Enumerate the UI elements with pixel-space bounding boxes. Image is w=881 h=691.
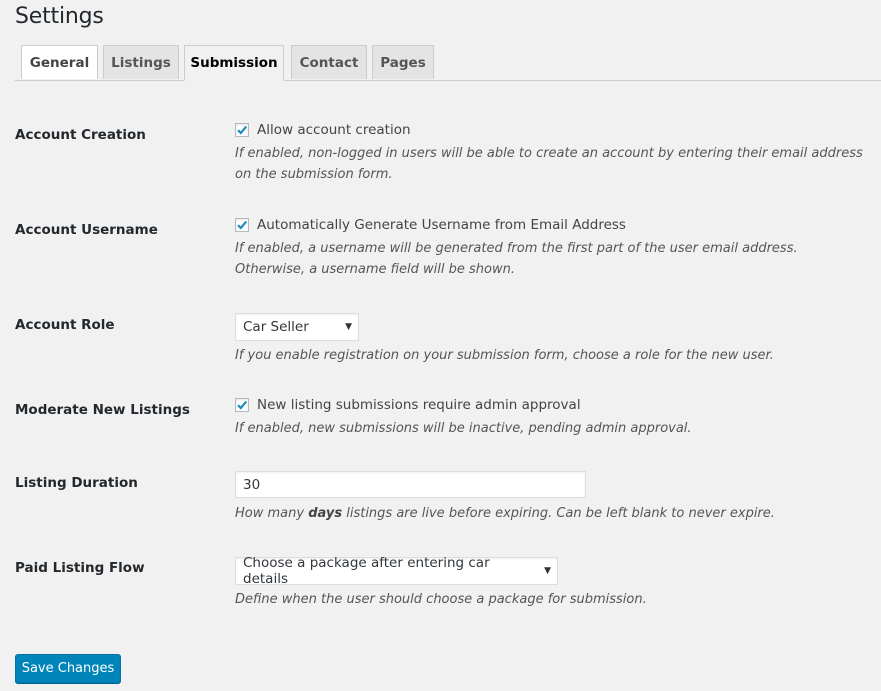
require-approval-checkbox[interactable] bbox=[235, 398, 249, 412]
paid-listing-flow-field: Choose a package after entering car deta… bbox=[235, 555, 871, 610]
chevron-down-icon: ▼ bbox=[544, 566, 551, 576]
account-creation-label: Account Creation bbox=[15, 127, 146, 143]
generate-username-label[interactable]: Automatically Generate Username from Ema… bbox=[257, 217, 626, 233]
tab-listings[interactable]: Listings bbox=[103, 45, 179, 79]
generate-username-checkbox[interactable] bbox=[235, 218, 249, 232]
tab-submission[interactable]: Submission bbox=[184, 45, 284, 81]
checkmark-icon bbox=[237, 125, 248, 135]
account-username-field: Automatically Generate Username from Ema… bbox=[235, 215, 871, 280]
allow-account-creation-checkbox[interactable] bbox=[235, 123, 249, 137]
tab-label: Pages bbox=[380, 54, 426, 71]
account-username-description: If enabled, a username will be generated… bbox=[235, 241, 798, 277]
paid-listing-flow-select[interactable]: Choose a package after entering car deta… bbox=[235, 555, 558, 587]
account-role-label: Account Role bbox=[15, 317, 115, 333]
moderate-listings-description: If enabled, new submissions will be inac… bbox=[235, 421, 692, 436]
tab-label: Submission bbox=[190, 55, 278, 71]
page-title: Settings bbox=[15, 4, 104, 29]
moderate-listings-label: Moderate New Listings bbox=[15, 402, 190, 418]
save-changes-button[interactable]: Save Changes bbox=[15, 654, 121, 683]
listing-duration-description: How many days listings are live before e… bbox=[235, 503, 871, 524]
paid-listing-flow-selected: Choose a package after entering car deta… bbox=[243, 555, 490, 587]
account-role-selected: Car Seller bbox=[243, 319, 309, 335]
paid-listing-flow-label: Paid Listing Flow bbox=[15, 560, 145, 576]
description-text: How many bbox=[235, 506, 309, 521]
moderate-listings-field: New listing submissions require admin ap… bbox=[235, 395, 871, 439]
account-creation-field: Allow account creation If enabled, non-l… bbox=[235, 120, 871, 185]
tab-label: Contact bbox=[299, 54, 359, 71]
tab-label: General bbox=[29, 54, 90, 71]
require-approval-label[interactable]: New listing submissions require admin ap… bbox=[257, 397, 581, 413]
tab-label: Listings bbox=[111, 54, 171, 71]
checkmark-icon bbox=[237, 400, 248, 410]
account-username-label: Account Username bbox=[15, 222, 158, 238]
chevron-down-icon: ▼ bbox=[345, 322, 352, 332]
description-text: listings are live before expiring. Can b… bbox=[342, 506, 775, 521]
account-role-select[interactable]: Car Seller ▼ bbox=[235, 313, 359, 341]
account-creation-description: If enabled, non-logged in users will be … bbox=[235, 146, 863, 182]
account-role-field: Car Seller ▼ If you enable registration … bbox=[235, 313, 871, 366]
tab-general[interactable]: General bbox=[21, 45, 98, 79]
account-role-description: If you enable registration on your submi… bbox=[235, 348, 774, 363]
description-emphasis: days bbox=[308, 506, 343, 521]
checkmark-icon bbox=[237, 220, 248, 230]
listing-duration-field: How many days listings are live before e… bbox=[235, 471, 871, 524]
listing-duration-label: Listing Duration bbox=[15, 475, 138, 491]
settings-tabs: General Listings Submission Contact Page… bbox=[15, 45, 881, 81]
tab-contact[interactable]: Contact bbox=[291, 45, 367, 79]
listing-duration-input[interactable] bbox=[235, 471, 586, 498]
tab-pages[interactable]: Pages bbox=[372, 45, 434, 79]
paid-listing-flow-description: Define when the user should choose a pac… bbox=[235, 592, 647, 607]
allow-account-creation-label[interactable]: Allow account creation bbox=[257, 122, 411, 138]
